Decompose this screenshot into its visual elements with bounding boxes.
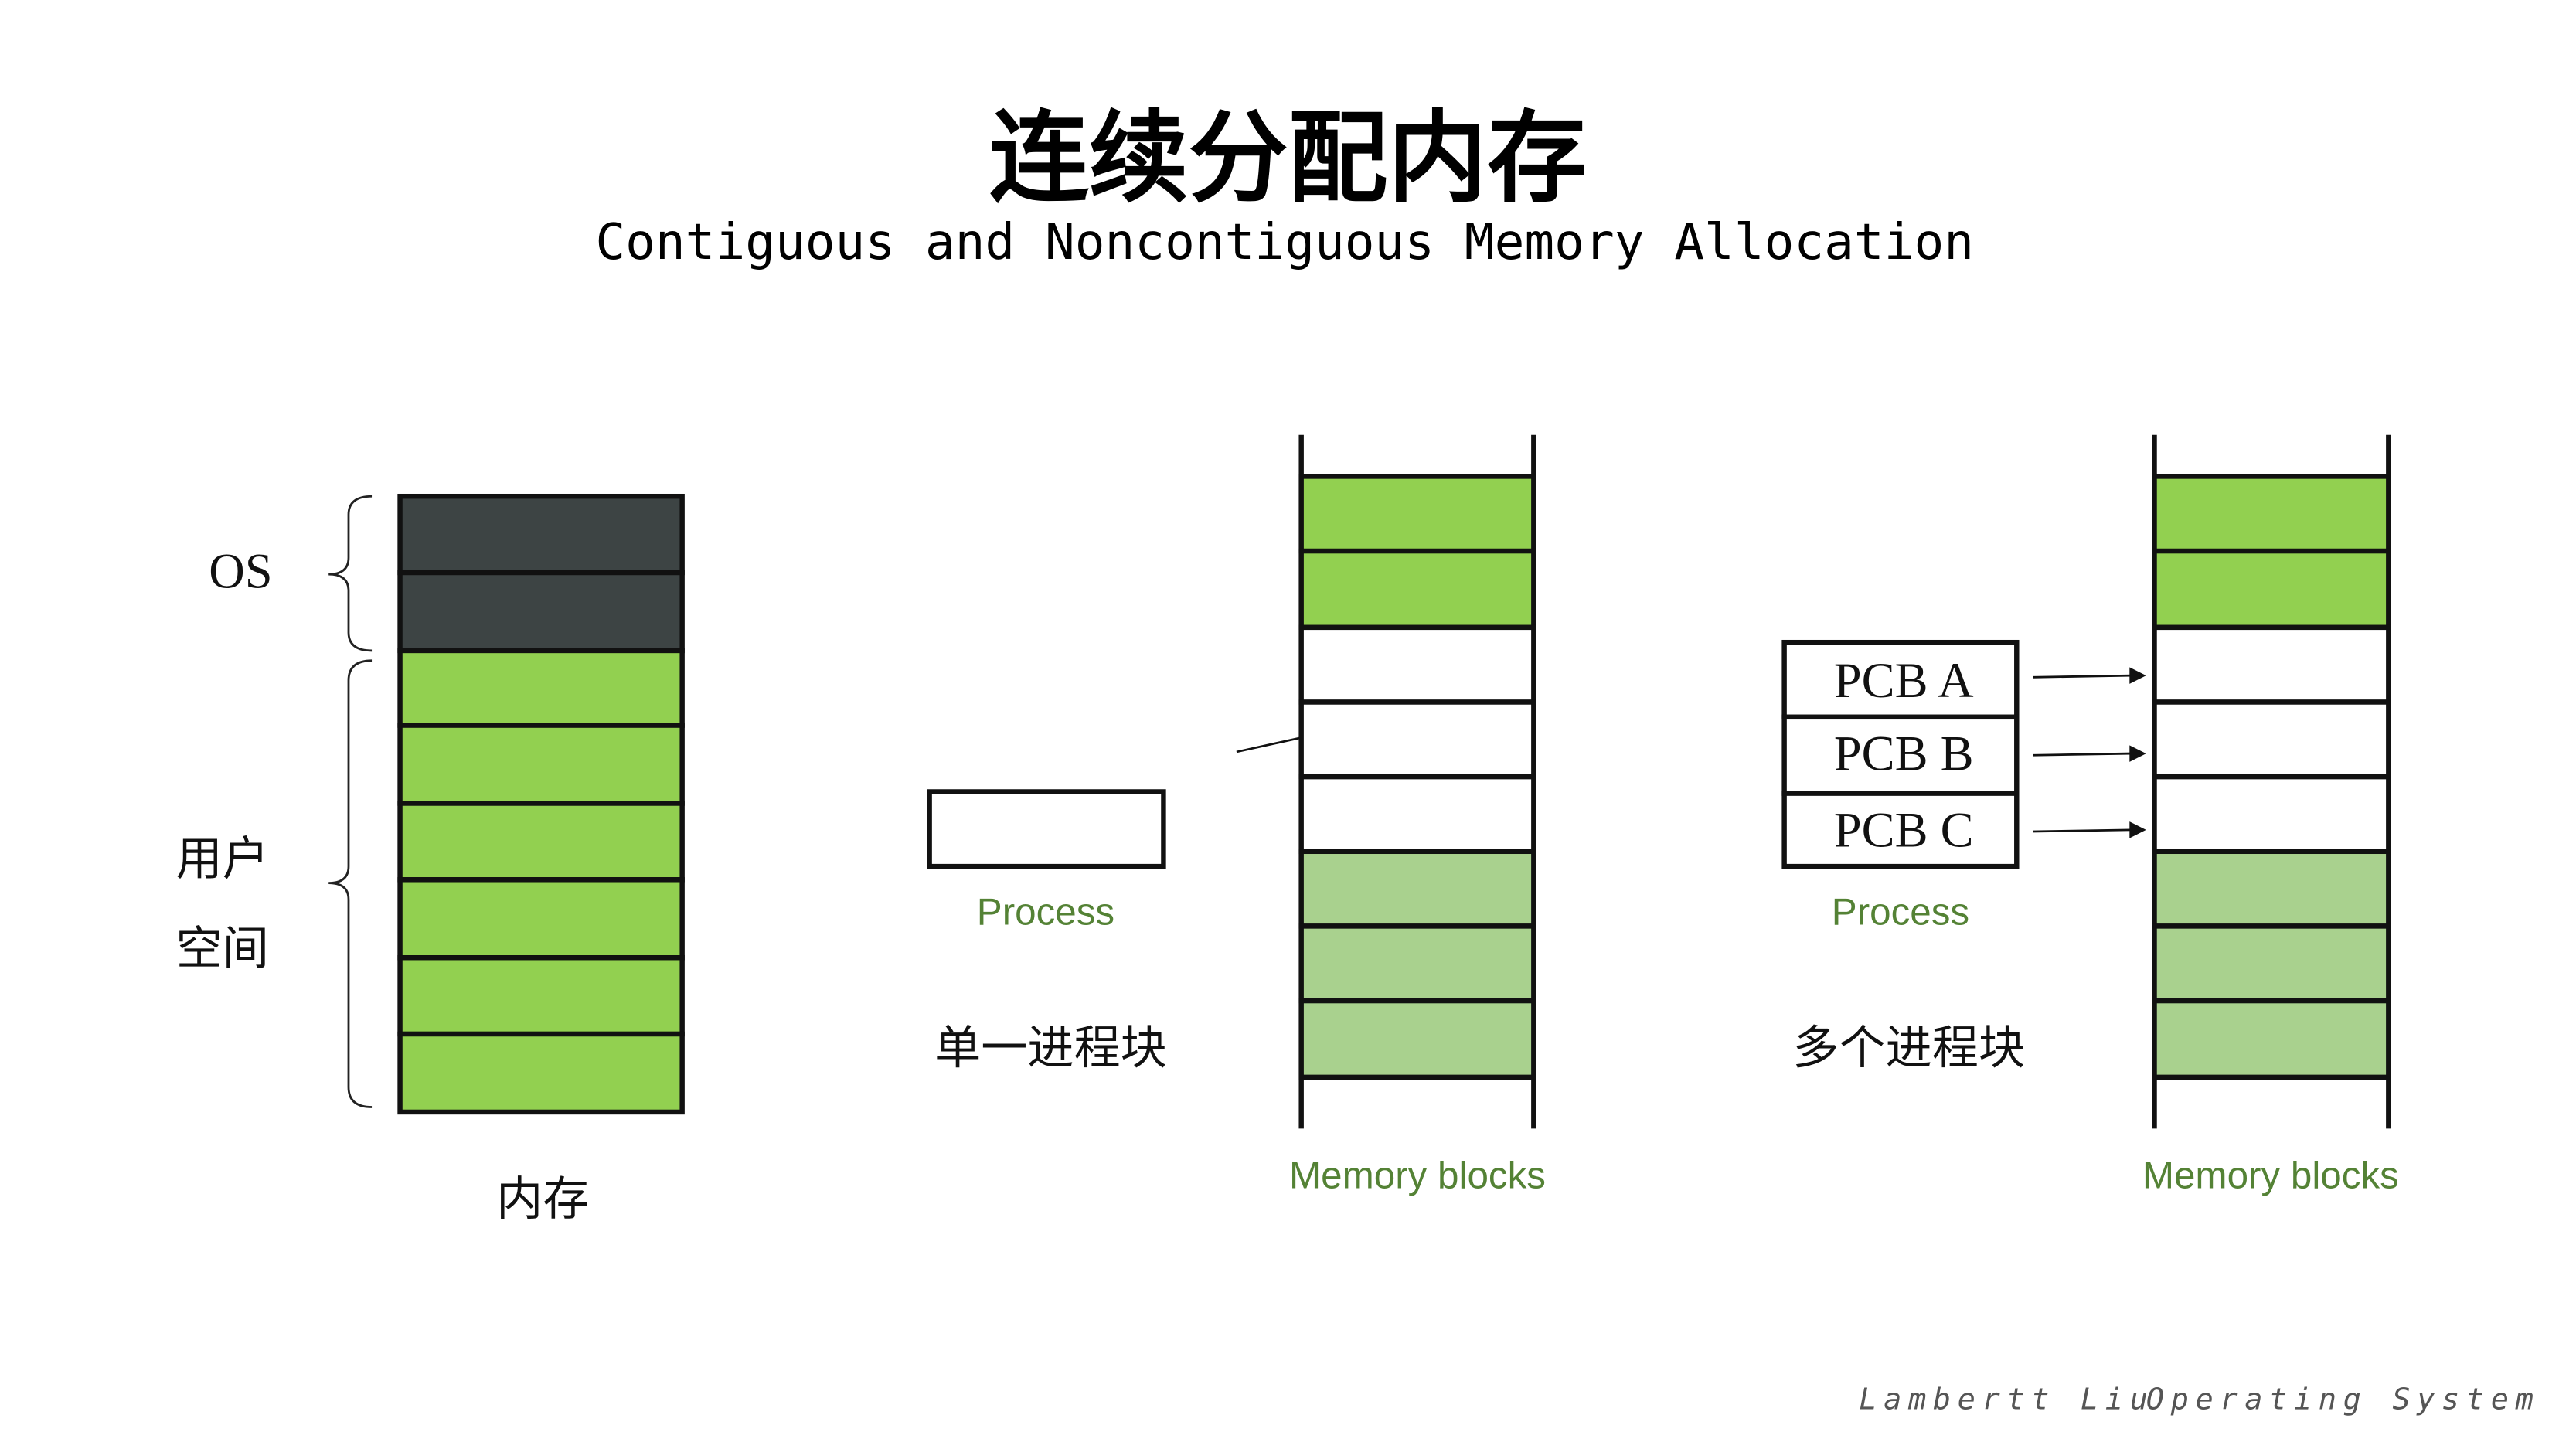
pcb-label: PCB B [1834, 726, 1974, 781]
memory-blocks-label: Memory blocks [2142, 1155, 2399, 1197]
memory-blocks-column [2152, 434, 2391, 1129]
memory-block-light [1298, 998, 1536, 1080]
os-label: OS [209, 543, 272, 598]
memory-block-light [2152, 849, 2391, 929]
page-subtitle: Contiguous and Noncontiguous Memory Allo… [595, 213, 1974, 271]
memory-block-free [1298, 624, 1536, 705]
memory-block-free [2152, 624, 2391, 705]
user-space-brace [328, 659, 373, 1108]
user-block [397, 648, 685, 728]
os-block [397, 570, 685, 654]
memory-block-light [1298, 923, 1536, 1004]
user-space-label: 空间 [176, 922, 269, 976]
memory-block-light [2152, 923, 2391, 1004]
memory-block-free [2152, 774, 2391, 855]
memory-blocks-label: Memory blocks [1289, 1155, 1546, 1197]
os-brace [328, 495, 373, 652]
memory-caption: 内存 [496, 1172, 589, 1226]
footer-author: Lambertt Liu [1859, 1382, 2154, 1417]
memory-block-used [1298, 548, 1536, 631]
memory-block-free [1298, 774, 1536, 855]
memory-block-used [2152, 548, 2391, 631]
single-process-caption: 单一进程块 [934, 1022, 1167, 1076]
memory-block-light [2152, 998, 2391, 1080]
memory-block-free [1298, 699, 1536, 780]
memory-block-used [1298, 474, 1536, 554]
pcb-arrow [2033, 667, 2146, 684]
os-block [397, 493, 685, 576]
memory-block-used [2152, 474, 2391, 554]
memory-blocks-column [1298, 434, 1536, 1129]
user-space-label: 用户 [176, 832, 269, 886]
footer-course: Operating System [2146, 1382, 2540, 1417]
user-block [397, 955, 685, 1037]
memory-block-light [1298, 849, 1536, 929]
user-block [397, 877, 685, 961]
process-box [927, 789, 1166, 869]
process-label: Process [977, 890, 1114, 933]
memory-block-free [2152, 699, 2391, 780]
user-block [397, 801, 685, 883]
pcb-stack: PCB A PCB B PCB C [1781, 639, 2020, 869]
page-title: 连续分配内存 [989, 100, 1587, 216]
multi-process-caption: 多个进程块 [1792, 1022, 2025, 1076]
memory-column [397, 493, 685, 1115]
pcb-arrow [2033, 821, 2146, 838]
user-block [397, 1031, 685, 1115]
pcb-label: PCB C [1834, 802, 1974, 857]
process-label: Process [1832, 890, 1969, 933]
pcb-arrow [2033, 745, 2146, 762]
pcb-label: PCB A [1834, 653, 1974, 708]
slide-canvas: 连续分配内存 Contiguous and Noncontiguous Memo… [176, 100, 2540, 1417]
user-block [397, 723, 685, 806]
